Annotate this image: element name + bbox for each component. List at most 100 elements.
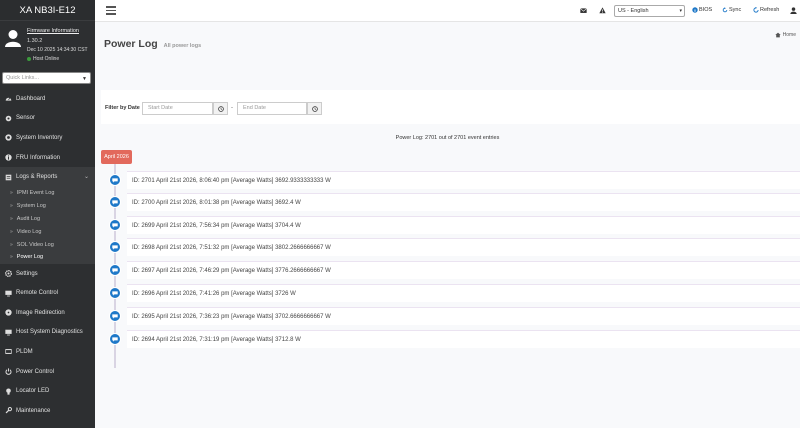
sidebar-item-label: Settings (16, 270, 38, 277)
timeline-entry-text: ID: 2699 April 21st 2026, 7:56:34 pm [Av… (127, 216, 800, 234)
firmware-date: Dec 10 2025 14:34:30 CST (27, 47, 88, 53)
event-count-summary: Power Log: 2701 out of 2701 event entrie… (395, 135, 500, 141)
sidebar-item-label: Logs & Reports (16, 174, 58, 181)
timeline-entry: ID: 2696 April 21st 2026, 7:41:26 pm [Av… (95, 284, 800, 302)
sidebar-item-power-control[interactable]: Power Control (0, 362, 95, 382)
submenu-item-label: IPMI Event Log (16, 190, 55, 197)
sidebar-item-settings[interactable]: Settings (0, 264, 95, 284)
filter-label: Filter by Date (105, 105, 140, 111)
submenu-item-power-log[interactable]: » Power Log (0, 251, 95, 264)
submenu-item-label: Audit Log (16, 215, 41, 222)
sidebar-item-label: PLDM (16, 348, 33, 355)
sidebar-item-remote-control[interactable]: Remote Control (0, 283, 95, 303)
hamburger-menu-icon[interactable] (106, 6, 116, 15)
timeline-entry: ID: 2700 April 21st 2026, 8:01:38 pm [Av… (95, 193, 800, 211)
chat-icon (109, 287, 121, 299)
refresh-icon (753, 7, 759, 13)
chat-icon (109, 264, 121, 276)
chevron-right-icon: » (10, 190, 13, 197)
chat-icon (109, 219, 121, 231)
bios-icon (692, 7, 698, 13)
sidebar-item-label: Dashboard (16, 95, 46, 102)
date-range-separator: - (231, 105, 233, 111)
bios-button[interactable]: BIOS (692, 7, 712, 13)
sync-label: Sync (729, 7, 742, 13)
logs-submenu: » IPMI Event Log » System Log » Audit Log »… (0, 186, 95, 264)
chat-icon (109, 333, 121, 345)
sync-button[interactable]: Sync (722, 7, 741, 13)
chat-icon (109, 174, 121, 186)
sidebar-item-label: Power Control (16, 368, 55, 375)
language-select[interactable]: US - English ▾ (614, 5, 685, 17)
main-content: Power Log All power logs Home Filter by … (95, 22, 800, 428)
sidebar-item-locator-led[interactable]: Locator LED (0, 381, 95, 401)
sidebar-item-image-redirection[interactable]: Image Redirection (0, 303, 95, 323)
submenu-item-ipmi-event-log[interactable]: » IPMI Event Log (0, 187, 95, 200)
bulb-icon (5, 388, 12, 395)
breadcrumb-home[interactable]: Home (783, 32, 796, 38)
end-date-input[interactable]: End Date (237, 102, 307, 115)
sidebar-item-maintenance[interactable]: Maintenance (0, 401, 95, 421)
envelope-icon[interactable] (580, 7, 587, 14)
submenu-item-label: Power Log (16, 254, 44, 261)
start-date-input[interactable]: Start Date (142, 102, 213, 115)
sidebar-item-pldm[interactable]: PLDM (0, 342, 95, 362)
firmware-version: 1.30.2 (27, 38, 43, 44)
user-icon[interactable] (790, 7, 797, 14)
sidebar-item-sensor[interactable]: Sensor (0, 109, 95, 129)
sensor-icon (5, 115, 12, 122)
inventory-icon (5, 134, 12, 142)
sync-icon (722, 7, 728, 13)
logs-icon (5, 174, 12, 181)
timeline-entry-text: ID: 2701 April 21st 2026, 8:06:40 pm [Av… (127, 171, 800, 189)
breadcrumb[interactable]: Home (774, 32, 796, 38)
page-subtitle: All power logs (163, 43, 202, 49)
chat-icon (109, 310, 121, 322)
submenu-item-label: SOL Video Log (16, 241, 54, 248)
timeline-entry-text: ID: 2696 April 21st 2026, 7:41:26 pm [Av… (127, 284, 800, 302)
settings-icon (5, 270, 12, 278)
start-date-clock-button[interactable] (213, 102, 228, 115)
pldm-icon (5, 348, 12, 355)
refresh-button[interactable]: Refresh (753, 7, 779, 13)
chevron-right-icon: » (10, 203, 13, 210)
timeline-entry-text: ID: 2697 April 21st 2026, 7:46:29 pm [Av… (127, 261, 800, 279)
clock-icon (217, 105, 224, 112)
timeline-entry: ID: 2698 April 21st 2026, 7:51:32 pm [Av… (95, 238, 800, 256)
timeline-entry: ID: 2695 April 21st 2026, 7:36:23 pm [Av… (95, 307, 800, 325)
warning-icon[interactable] (599, 7, 606, 14)
quick-links-placeholder: Quick Links... (6, 75, 40, 81)
chat-icon (109, 196, 121, 208)
sidebar-item-system-inventory[interactable]: System Inventory (0, 128, 95, 148)
sidebar-item-host-system-diagnostics[interactable]: Host System Diagnostics (0, 323, 95, 343)
firmware-info-link[interactable]: Firmware Information (27, 28, 79, 34)
submenu-item-sol-video-log[interactable]: » SOL Video Log (0, 238, 95, 251)
submenu-item-audit-log[interactable]: » Audit Log (0, 213, 95, 226)
submenu-item-system-log[interactable]: » System Log (0, 200, 95, 213)
timeline-entry: ID: 2697 April 21st 2026, 7:46:29 pm [Av… (95, 261, 800, 279)
host-status: Host Online (27, 56, 59, 62)
quick-links-select[interactable]: Quick Links... ▼ (2, 72, 91, 84)
sidebar-item-dashboard[interactable]: Dashboard (0, 89, 95, 109)
user-avatar-icon (5, 30, 21, 47)
monitor-icon (5, 290, 12, 297)
submenu-item-video-log[interactable]: » Video Log (0, 225, 95, 238)
sidebar-item-fru-information[interactable]: FRU Information (0, 148, 95, 168)
chevron-right-icon: » (10, 215, 13, 222)
timeline-entry-text: ID: 2695 April 21st 2026, 7:36:23 pm [Av… (127, 307, 800, 325)
timeline-entry: ID: 2694 April 21st 2026, 7:31:19 pm [Av… (95, 330, 800, 348)
user-panel: Firmware Information 1.30.2 Dec 10 2025 … (0, 21, 95, 66)
timeline-entry-text: ID: 2694 April 21st 2026, 7:31:19 pm [Av… (127, 330, 800, 348)
date-filter-panel: Filter by Date Start Date - End Date (101, 90, 800, 124)
chat-icon (109, 241, 121, 253)
page-title: Power Log All power logs (104, 38, 201, 50)
sidebar-item-label: Maintenance (16, 407, 51, 414)
end-date-clock-button[interactable] (307, 102, 322, 115)
timeline-month-badge: April 2026 (101, 150, 132, 164)
sidebar-item-logs-reports[interactable]: Logs & Reports ⌄ (0, 167, 95, 187)
sidebar: XA NB3I-E12 Firmware Information 1.30.2 … (0, 0, 95, 428)
sidebar-item-label: FRU Information (16, 154, 61, 161)
sidebar-item-label: System Inventory (16, 134, 63, 141)
disc-icon (5, 309, 12, 316)
refresh-label: Refresh (760, 7, 780, 13)
